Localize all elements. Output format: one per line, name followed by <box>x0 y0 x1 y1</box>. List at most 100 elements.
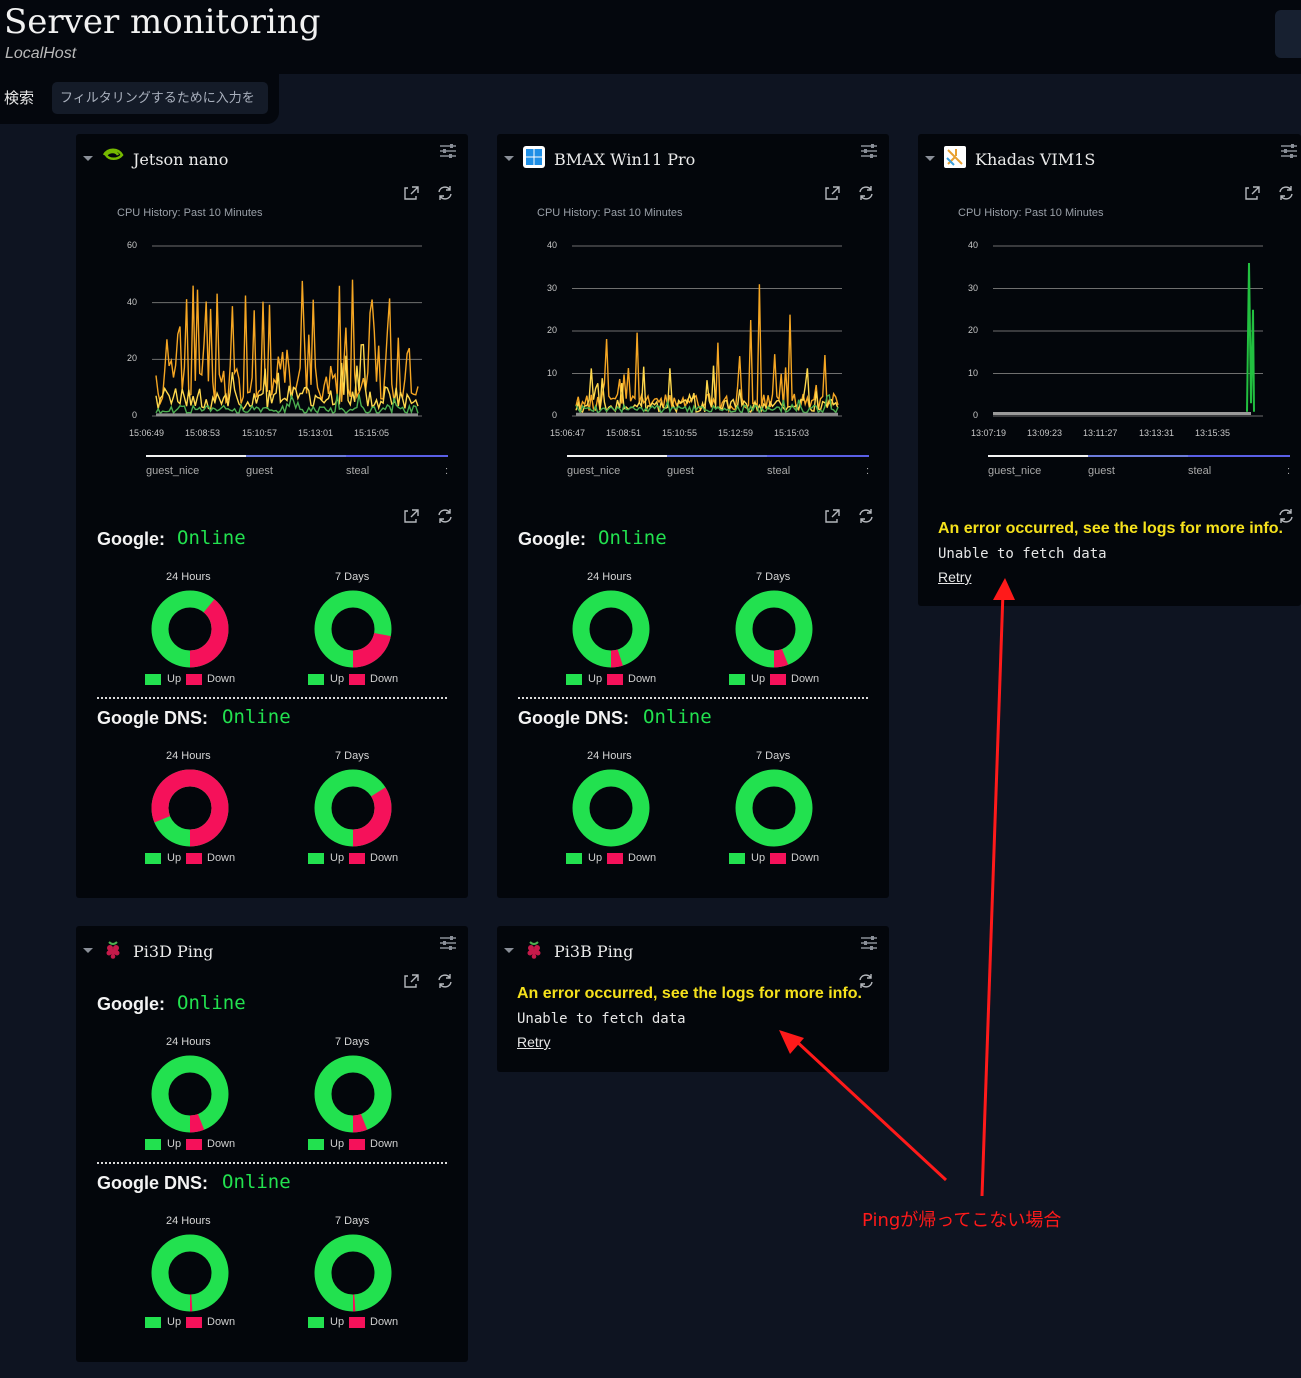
legend-down[interactable]: Down <box>370 852 398 864</box>
period-label: 7 Days <box>756 750 791 762</box>
refresh-icon[interactable] <box>434 184 456 202</box>
legend-up[interactable]: Up <box>330 1138 344 1150</box>
error-title: An error occurred, see the logs for more… <box>938 520 1283 537</box>
service-status: Online <box>177 527 246 549</box>
settings-sliders-icon[interactable] <box>861 936 877 950</box>
settings-sliders-icon[interactable] <box>1281 144 1297 158</box>
legend-down-swatch <box>607 674 623 685</box>
legend-up[interactable]: Up <box>588 852 602 864</box>
cpu-history-title: CPU History: Past 10 Minutes <box>958 207 1104 219</box>
open-external-icon[interactable] <box>1243 184 1265 202</box>
open-external-icon[interactable] <box>823 507 845 525</box>
legend-guest-nice[interactable]: guest_nice <box>567 465 620 477</box>
legend-down[interactable]: Down <box>791 673 819 685</box>
collapse-caret-icon[interactable] <box>83 948 93 953</box>
collapse-caret-icon[interactable] <box>925 156 935 161</box>
y-tick: 0 <box>973 410 979 420</box>
settings-sliders-icon[interactable] <box>440 144 456 158</box>
refresh-icon[interactable] <box>855 184 877 202</box>
legend-up[interactable]: Up <box>167 673 181 685</box>
card-header: Khadas VIM1S <box>918 134 1301 182</box>
open-external-icon[interactable] <box>402 184 424 202</box>
period-label: 24 Hours <box>587 750 632 762</box>
y-tick: 40 <box>127 297 138 307</box>
card-pi3b-ping: Pi3B Ping An error occurred, see the log… <box>497 926 889 1072</box>
legend-up[interactable]: Up <box>167 1316 181 1328</box>
period-label: 7 Days <box>335 1215 370 1227</box>
legend-line-guest-nice <box>988 455 1088 457</box>
legend-guest-nice[interactable]: guest_nice <box>146 465 199 477</box>
x-tick: 15:06:47 <box>550 428 586 438</box>
legend-more[interactable]: : <box>1287 465 1290 477</box>
refresh-icon[interactable] <box>1275 184 1297 202</box>
card-bmax-win11-pro: BMAX Win11 Pro CPU History: Past 10 Minu… <box>497 134 889 898</box>
legend-up[interactable]: Up <box>751 852 765 864</box>
top-right-button[interactable] <box>1275 10 1301 58</box>
legend-down[interactable]: Down <box>207 852 235 864</box>
legend-guest[interactable]: guest <box>667 465 694 477</box>
period-label: 24 Hours <box>166 1215 211 1227</box>
uptime-donut-7d <box>314 590 392 668</box>
card-title: Pi3B Ping <box>554 942 634 961</box>
uptime-donut-7d <box>735 769 813 847</box>
legend-down[interactable]: Down <box>370 673 398 685</box>
legend-down[interactable]: Down <box>628 673 656 685</box>
legend-up[interactable]: Up <box>330 1316 344 1328</box>
uptime-donut-24h <box>572 590 650 668</box>
legend-guest[interactable]: guest <box>1088 465 1115 477</box>
legend-up[interactable]: Up <box>751 673 765 685</box>
search-input[interactable] <box>52 82 268 114</box>
page-title: Server monitoring <box>4 2 321 42</box>
legend-up[interactable]: Up <box>167 1138 181 1150</box>
retry-link[interactable]: Retry <box>517 1034 550 1050</box>
x-tick: 13:15:35 <box>1195 428 1231 438</box>
cpu-series-user <box>1246 262 1255 412</box>
legend-down[interactable]: Down <box>628 852 656 864</box>
cpu-series <box>575 365 839 414</box>
y-tick: 20 <box>127 353 138 363</box>
legend-more[interactable]: : <box>866 465 869 477</box>
x-tick: 15:10:55 <box>662 428 698 438</box>
legend-down[interactable]: Down <box>207 1316 235 1328</box>
legend-up[interactable]: Up <box>330 852 344 864</box>
open-external-icon[interactable] <box>402 507 424 525</box>
uptime-donut-24h <box>572 769 650 847</box>
legend-down[interactable]: Down <box>207 1138 235 1150</box>
legend-up[interactable]: Up <box>588 673 602 685</box>
legend-down[interactable]: Down <box>791 852 819 864</box>
legend-steal[interactable]: steal <box>346 465 369 477</box>
donut-up-segment <box>572 769 650 847</box>
legend-down[interactable]: Down <box>370 1138 398 1150</box>
card-title: Jetson nano <box>133 150 229 169</box>
donut-up-segment <box>314 1234 392 1312</box>
refresh-icon[interactable] <box>434 507 456 525</box>
service-status: Online <box>643 706 712 728</box>
legend-steal[interactable]: steal <box>767 465 790 477</box>
legend-guest[interactable]: guest <box>246 465 273 477</box>
refresh-icon[interactable] <box>434 972 456 990</box>
collapse-caret-icon[interactable] <box>504 948 514 953</box>
legend-down[interactable]: Down <box>207 673 235 685</box>
retry-link[interactable]: Retry <box>938 569 971 585</box>
annotation-arrow-up <box>980 591 1005 1197</box>
uptime-donut-7d <box>314 769 392 847</box>
settings-sliders-icon[interactable] <box>440 936 456 950</box>
refresh-icon[interactable] <box>855 507 877 525</box>
legend-down[interactable]: Down <box>370 1316 398 1328</box>
legend-more[interactable]: : <box>445 465 448 477</box>
legend-up[interactable]: Up <box>330 673 344 685</box>
collapse-caret-icon[interactable] <box>83 156 93 161</box>
card-jetson-nano: Jetson nano CPU History: Past 10 Minutes… <box>76 134 468 898</box>
collapse-caret-icon[interactable] <box>504 156 514 161</box>
legend-up-swatch <box>308 674 324 685</box>
uptime-donut-24h <box>151 1234 229 1312</box>
open-external-icon[interactable] <box>402 972 424 990</box>
khadas-icon <box>944 146 966 168</box>
legend-steal[interactable]: steal <box>1188 465 1211 477</box>
donut-up-segment <box>735 769 813 847</box>
open-external-icon[interactable] <box>823 184 845 202</box>
legend-guest-nice[interactable]: guest_nice <box>988 465 1041 477</box>
legend-up[interactable]: Up <box>167 852 181 864</box>
settings-sliders-icon[interactable] <box>861 144 877 158</box>
card-title: BMAX Win11 Pro <box>554 150 696 169</box>
